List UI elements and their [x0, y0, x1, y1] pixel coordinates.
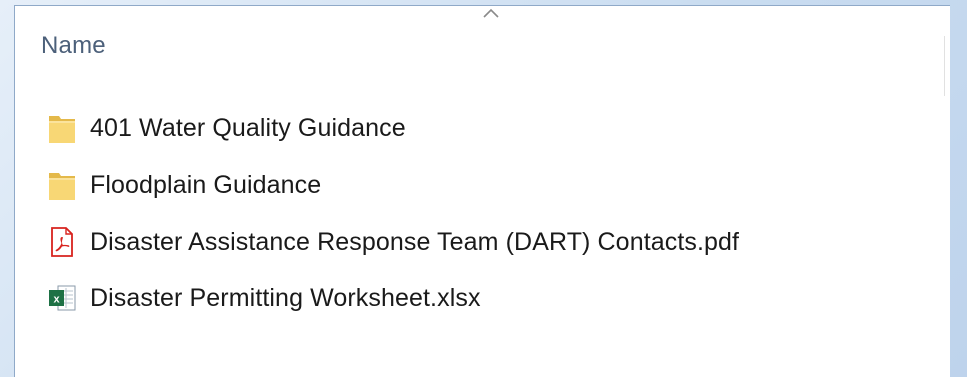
file-name: Disaster Assistance Response Team (DART)… — [90, 227, 740, 256]
file-name: Disaster Permitting Worksheet.xlsx — [90, 283, 481, 312]
svg-text:x: x — [53, 294, 60, 306]
file-list: 401 Water Quality Guidance Floodplain Gu… — [46, 100, 926, 326]
file-name: 401 Water Quality Guidance — [90, 114, 406, 142]
file-row-folder-floodplain[interactable]: Floodplain Guidance — [46, 157, 926, 214]
file-row-xlsx-permitting-worksheet[interactable]: x Disaster Permitting Worksheet.xlsx — [46, 270, 926, 326]
folder-icon — [46, 170, 78, 202]
file-row-folder-401-water-quality[interactable]: 401 Water Quality Guidance — [46, 100, 926, 157]
excel-file-icon: x — [46, 282, 78, 314]
vertical-scrollbar[interactable] — [936, 6, 950, 377]
column-header-name[interactable]: Name — [41, 32, 106, 60]
scrollbar-thumb[interactable] — [944, 36, 945, 96]
file-row-pdf-dart-contacts[interactable]: Disaster Assistance Response Team (DART)… — [46, 214, 926, 270]
pdf-file-icon — [46, 226, 78, 258]
file-explorer-pane: Name 401 Water Quality Guidance Floodpla… — [14, 5, 950, 377]
file-name: Floodplain Guidance — [90, 171, 322, 199]
folder-icon — [46, 113, 78, 145]
sort-ascending-icon[interactable] — [482, 8, 500, 18]
